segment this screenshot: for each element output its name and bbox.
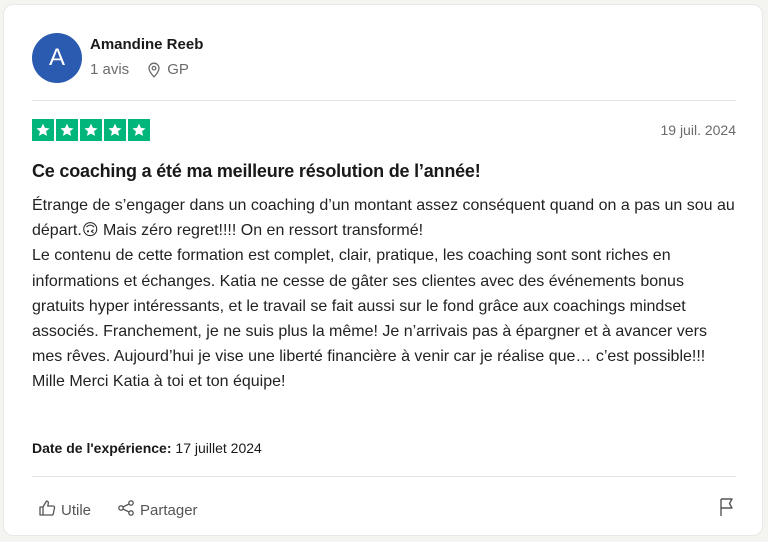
author-country: GP (167, 61, 189, 78)
review-card: A Amandine Reeb 1 avis GP 19 juil. 2024 … (3, 4, 763, 536)
star-rating (32, 119, 150, 141)
flag-icon[interactable] (718, 497, 736, 522)
divider (32, 476, 736, 477)
thumbs-up-icon (38, 499, 56, 521)
avatar[interactable]: A (32, 33, 82, 83)
star-icon (80, 119, 102, 141)
author-meta: 1 avis GP (90, 61, 189, 78)
star-icon (128, 119, 150, 141)
review-paragraph: Le contenu de cette formation est comple… (32, 247, 707, 366)
review-body: Étrange de s’engager dans un coaching d’… (32, 193, 738, 395)
star-icon (104, 119, 126, 141)
useful-button[interactable]: Utile (38, 499, 91, 521)
share-icon (117, 499, 135, 521)
review-date: 19 juil. 2024 (660, 122, 736, 138)
reviews-count: 1 avis (90, 61, 130, 78)
review-paragraph: Mille Merci Katia à toi et ton équipe! (32, 373, 286, 391)
review-paragraph: Étrange de s’engager dans un coaching d’… (32, 197, 735, 240)
share-label: Partager (140, 501, 198, 519)
share-button[interactable]: Partager (117, 499, 198, 521)
review-title[interactable]: Ce coaching a été ma meilleure résolutio… (32, 161, 481, 182)
divider (32, 100, 736, 101)
experience-value: 17 juillet 2024 (175, 440, 262, 456)
review-actions: Utile Partager (38, 499, 198, 521)
useful-label: Utile (61, 501, 92, 519)
star-icon (32, 119, 54, 141)
experience-label: Date de l'expérience: (32, 440, 172, 456)
location-pin-icon (147, 62, 161, 78)
star-icon (56, 119, 78, 141)
author-name[interactable]: Amandine Reeb (90, 36, 203, 53)
experience-date: Date de l'expérience: 17 juillet 2024 (32, 440, 262, 456)
